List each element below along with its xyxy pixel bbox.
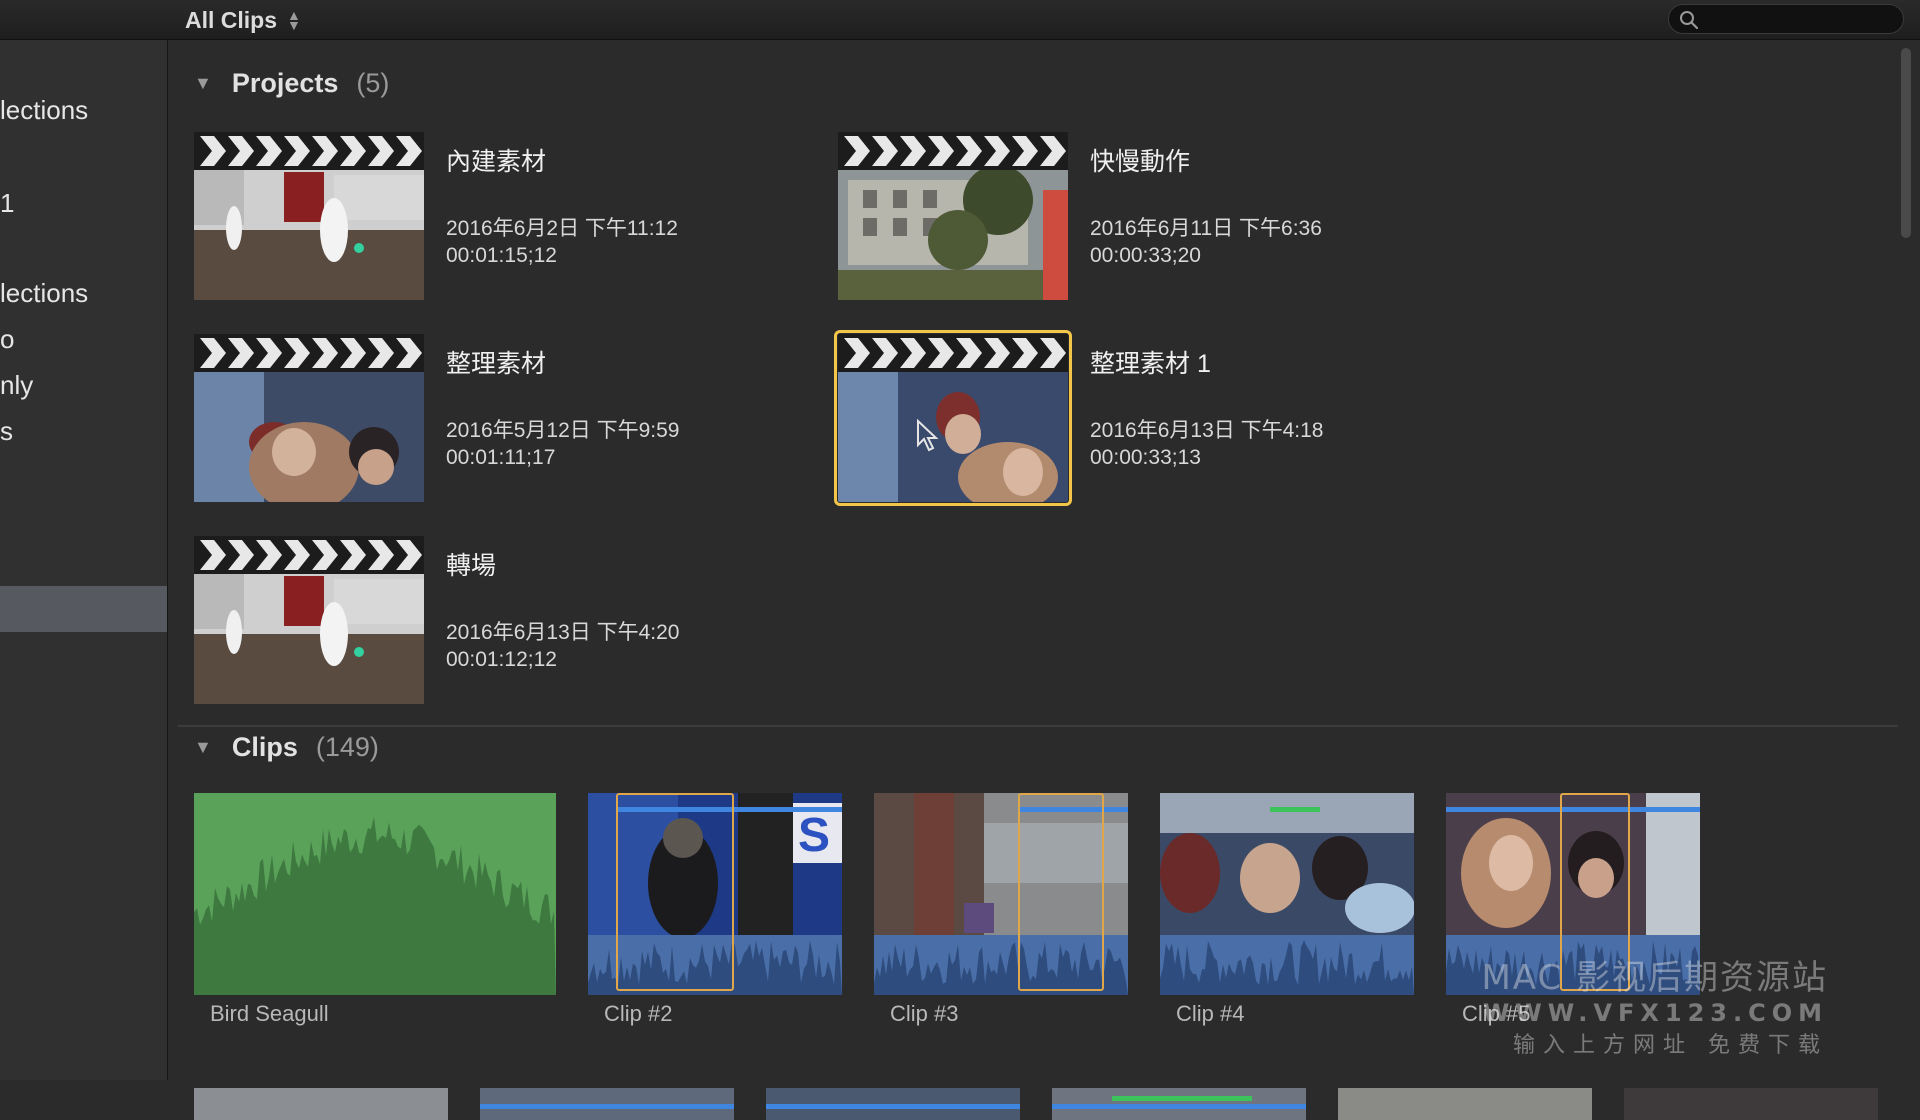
library-sidebar: lections 1 lections o nly s	[0, 40, 168, 1080]
clip-name: Clip #2	[604, 1001, 673, 1026]
sidebar-item[interactable]: 1	[0, 188, 167, 219]
selected-range[interactable]	[1018, 793, 1104, 991]
sidebar-item-label: o	[0, 324, 15, 354]
sidebar-item[interactable]: o	[0, 324, 167, 355]
project-date: 2016年6月13日 下午4:20	[446, 621, 680, 644]
project-name: 整理素材 1	[1090, 350, 1211, 378]
selected-range[interactable]	[1560, 793, 1630, 991]
clips-section-header[interactable]: ▼ Clips (149)	[194, 732, 379, 763]
search-field[interactable]	[1668, 4, 1904, 34]
browser-main: ▼ Projects (5) 內建素材 2016年6月2日 下午11:12 00…	[168, 40, 1908, 1120]
clip-name: Clip #3	[890, 1001, 959, 1026]
clip-item[interactable]: Clip #4	[1160, 793, 1414, 1029]
clapperboard-icon	[838, 132, 1068, 170]
clip-item[interactable]: Clip #3	[874, 793, 1128, 1029]
project-item[interactable]: 內建素材 2016年6月2日 下午11:12 00:01:15;12	[194, 132, 754, 304]
video-frame-image	[194, 372, 424, 502]
disclosure-triangle-icon[interactable]: ▼	[194, 73, 212, 94]
clips-count: (149)	[315, 732, 379, 762]
sidebar-item-label: 1	[0, 188, 15, 218]
clips-title: Clips	[231, 732, 298, 762]
clip-item[interactable]: Clip #5	[1446, 793, 1700, 1029]
clip-filmstrip[interactable]	[194, 1088, 448, 1120]
project-item[interactable]: 轉場 2016年6月13日 下午4:20 00:01:12;12	[194, 536, 754, 708]
clapperboard-icon	[194, 132, 424, 170]
sidebar-item-label: s	[0, 416, 13, 446]
clip-name: Clip #5	[1462, 1001, 1531, 1026]
updown-chevron-icon: ▲ ▼	[287, 7, 301, 33]
svg-text:S: S	[798, 809, 830, 862]
project-date: 2016年5月12日 下午9:59	[446, 419, 680, 442]
clip-filmstrip[interactable]	[1052, 1088, 1306, 1120]
video-frame-image	[194, 574, 424, 704]
clip-filmstrip[interactable]	[1446, 793, 1700, 995]
scrollbar-thumb[interactable]	[1901, 48, 1911, 238]
clip-name: Clip #4	[1176, 1001, 1245, 1026]
project-name: 整理素材	[446, 350, 547, 378]
selected-range[interactable]	[616, 793, 734, 991]
project-duration: 00:01:15;12	[446, 244, 557, 267]
clip-item[interactable]: S Clip #2	[588, 793, 842, 1029]
clapperboard-icon	[838, 334, 1068, 372]
projects-title: Projects	[231, 68, 339, 98]
project-name: 內建素材	[446, 148, 547, 176]
clip-item[interactable]: Bird Seagull	[194, 793, 556, 1029]
project-duration: 00:00:33;20	[1090, 244, 1201, 267]
video-frame-image	[194, 170, 424, 300]
clip-filter-label: All Clips	[185, 6, 278, 33]
project-date: 2016年6月11日 下午6:36	[1090, 217, 1322, 240]
project-thumbnail[interactable]	[194, 334, 424, 502]
video-frame-image	[1160, 793, 1414, 995]
section-divider	[178, 725, 1908, 727]
clip-filmstrip[interactable]	[766, 1088, 1020, 1120]
project-thumbnail[interactable]	[834, 330, 1072, 506]
clip-filter-popup[interactable]: All Clips ▲ ▼	[185, 6, 301, 34]
clip-filmstrip[interactable]	[480, 1088, 734, 1120]
projects-count: (5)	[356, 68, 390, 98]
clip-filmstrip[interactable]: S	[588, 793, 842, 995]
clip-filmstrip[interactable]	[1624, 1088, 1878, 1120]
video-frame-image	[838, 372, 1068, 502]
project-thumbnail[interactable]	[838, 132, 1068, 300]
project-name: 轉場	[446, 552, 497, 580]
sidebar-item[interactable]: lections	[0, 95, 167, 126]
project-item-selected[interactable]: 整理素材 1 2016年6月13日 下午4:18 00:00:33;13	[834, 330, 1398, 506]
clip-filmstrip[interactable]	[874, 793, 1128, 995]
clapperboard-icon	[194, 334, 424, 372]
project-date: 2016年6月13日 下午4:18	[1090, 419, 1324, 442]
sidebar-selected-event[interactable]	[0, 586, 167, 632]
project-thumbnail[interactable]	[194, 536, 424, 704]
sidebar-item-label: lections	[0, 278, 89, 308]
projects-section-header[interactable]: ▼ Projects (5)	[194, 68, 389, 99]
sidebar-item-label: nly	[0, 370, 34, 400]
project-date: 2016年6月2日 下午11:12	[446, 217, 678, 240]
clip-filmstrip[interactable]	[194, 793, 556, 995]
project-duration: 00:01:12;12	[446, 648, 557, 671]
disclosure-triangle-icon[interactable]: ▼	[194, 737, 212, 758]
sidebar-item[interactable]: s	[0, 416, 167, 447]
clapperboard-icon	[194, 536, 424, 574]
project-item[interactable]: 快慢動作 2016年6月11日 下午6:36 00:00:33;20	[838, 132, 1398, 304]
browser-toolbar: All Clips ▲ ▼	[0, 0, 1920, 40]
clip-filmstrip[interactable]	[1160, 793, 1414, 995]
audio-waveform	[194, 793, 556, 995]
video-frame-image	[838, 170, 1068, 300]
mouse-pointer-icon	[917, 419, 939, 452]
clip-filmstrip[interactable]	[1338, 1088, 1592, 1120]
project-name: 快慢動作	[1090, 148, 1191, 176]
project-duration: 00:01:11;17	[446, 446, 556, 469]
sidebar-item[interactable]: nly	[0, 370, 167, 401]
project-thumbnail[interactable]	[194, 132, 424, 300]
search-icon	[1680, 11, 1699, 30]
sidebar-item-label: lections	[0, 95, 89, 125]
clip-name: Bird Seagull	[210, 1001, 329, 1026]
sidebar-item[interactable]: lections	[0, 278, 167, 309]
project-duration: 00:00:33;13	[1090, 446, 1201, 469]
search-input[interactable]	[1709, 8, 1898, 32]
favorite-range-bar	[1270, 807, 1320, 812]
project-item[interactable]: 整理素材 2016年5月12日 下午9:59 00:01:11;17	[194, 334, 754, 506]
